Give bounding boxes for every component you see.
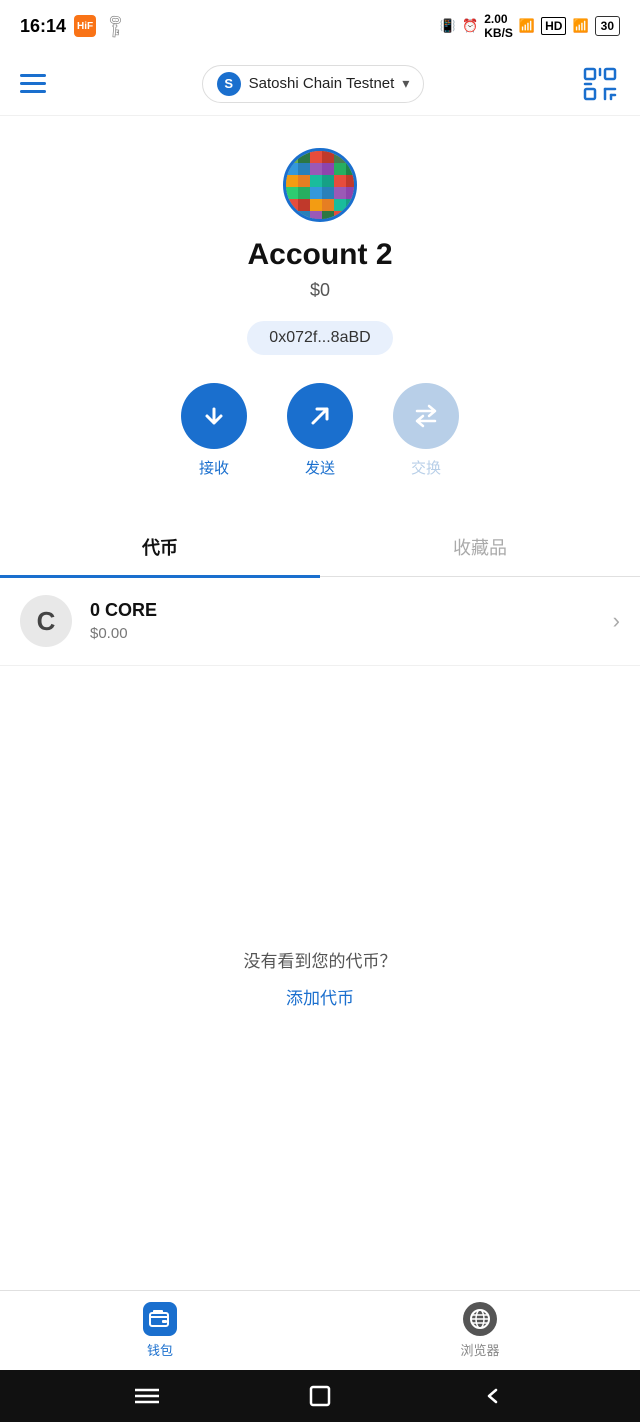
nav-wallet[interactable]: 钱包 bbox=[0, 1302, 320, 1359]
sys-back-button[interactable] bbox=[480, 1383, 506, 1409]
token-list: C 0 CORE $0.00 › bbox=[0, 577, 640, 907]
browser-icon bbox=[463, 1302, 497, 1336]
token-arrow-icon: › bbox=[613, 608, 620, 634]
send-label: 发送 bbox=[305, 457, 335, 478]
hamburger-line-2 bbox=[20, 82, 46, 85]
token-usd-core: $0.00 bbox=[90, 625, 613, 642]
signal-icon: 📶 bbox=[572, 18, 588, 34]
bottom-nav: 钱包 浏览器 bbox=[0, 1290, 640, 1370]
chevron-down-icon: ▾ bbox=[402, 75, 409, 92]
account-balance: $0 bbox=[310, 280, 330, 301]
status-time: 16:14 bbox=[20, 16, 66, 37]
token-icon-core: C bbox=[20, 595, 72, 647]
avatar-image bbox=[286, 151, 354, 219]
browser-nav-label: 浏览器 bbox=[460, 1340, 499, 1359]
nav-browser[interactable]: 浏览器 bbox=[320, 1302, 640, 1359]
system-nav-bar bbox=[0, 1370, 640, 1422]
tabs-bar: 代币 收藏品 bbox=[0, 518, 640, 577]
action-buttons: 接收 发送 交换 bbox=[181, 383, 459, 478]
speed-icon: 2.00KB/S bbox=[484, 12, 513, 40]
status-left: 16:14 HiF 🗝 bbox=[20, 15, 127, 37]
send-button-wrap: 发送 bbox=[287, 383, 353, 478]
wallet-nav-label: 钱包 bbox=[147, 1340, 173, 1359]
send-button[interactable] bbox=[287, 383, 353, 449]
status-icons: 📳 ⏰ 2.00KB/S 📶 HD 📶 30 bbox=[440, 12, 620, 40]
sys-home-button[interactable] bbox=[307, 1383, 333, 1409]
tab-collectibles[interactable]: 收藏品 bbox=[320, 518, 640, 576]
hamburger-line-3 bbox=[20, 90, 46, 93]
key-icon: 🗝 bbox=[100, 10, 131, 41]
scan-button[interactable] bbox=[580, 64, 620, 104]
tab-tokens[interactable]: 代币 bbox=[0, 518, 320, 576]
swap-button[interactable] bbox=[393, 383, 459, 449]
alarm-icon: ⏰ bbox=[462, 18, 478, 34]
add-token-section: 没有看到您的代币？ 添加代币 bbox=[0, 907, 640, 1049]
top-nav: S Satoshi Chain Testnet ▾ bbox=[0, 52, 640, 116]
receive-button-wrap: 接收 bbox=[181, 383, 247, 478]
battery-icon: 30 bbox=[595, 16, 620, 36]
swap-button-wrap: 交换 bbox=[393, 383, 459, 478]
sys-menu-button[interactable] bbox=[134, 1383, 160, 1409]
network-name: Satoshi Chain Testnet bbox=[249, 75, 395, 92]
add-token-link[interactable]: 添加代币 bbox=[286, 984, 354, 1009]
hamburger-menu[interactable] bbox=[20, 74, 46, 93]
receive-label: 接收 bbox=[199, 457, 229, 478]
token-item-core[interactable]: C 0 CORE $0.00 › bbox=[0, 577, 640, 666]
wifi-icon: 📶 bbox=[519, 18, 535, 34]
no-token-text: 没有看到您的代币？ bbox=[244, 947, 397, 972]
hamburger-line-1 bbox=[20, 74, 46, 77]
hd-badge: HD bbox=[541, 17, 566, 35]
token-info-core: 0 CORE $0.00 bbox=[90, 600, 613, 642]
token-name-core: 0 CORE bbox=[90, 600, 613, 621]
network-icon: S bbox=[217, 72, 241, 96]
status-bar: 16:14 HiF 🗝 📳 ⏰ 2.00KB/S 📶 HD 📶 30 bbox=[0, 0, 640, 52]
receive-button[interactable] bbox=[181, 383, 247, 449]
network-selector[interactable]: S Satoshi Chain Testnet ▾ bbox=[202, 65, 425, 103]
account-section: Account 2 $0 0x072f...8aBD 接收 发送 bbox=[0, 116, 640, 518]
vibrate-icon: 📳 bbox=[440, 18, 456, 34]
account-address[interactable]: 0x072f...8aBD bbox=[247, 321, 392, 355]
account-name: Account 2 bbox=[247, 238, 392, 272]
wallet-icon bbox=[143, 1302, 177, 1336]
notification-icon: HiF bbox=[74, 15, 96, 37]
swap-label: 交换 bbox=[411, 457, 441, 478]
account-avatar bbox=[283, 148, 357, 222]
